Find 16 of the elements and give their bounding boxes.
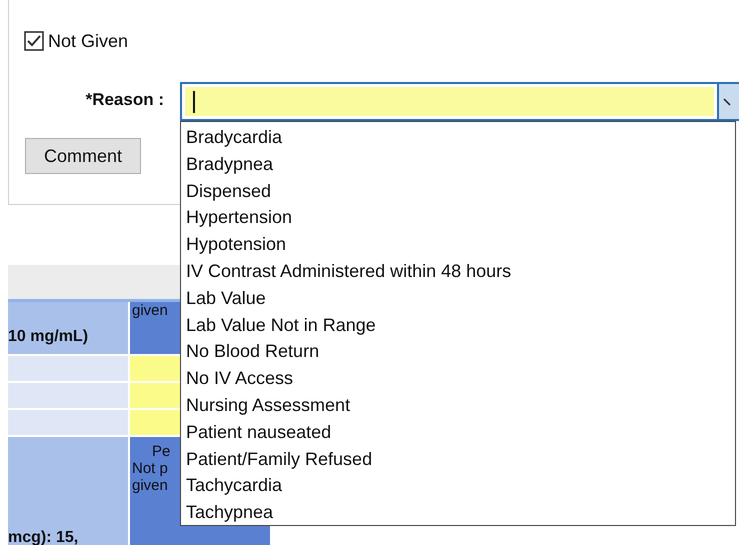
checkbox[interactable]	[24, 31, 44, 51]
reason-dropdown[interactable]	[180, 82, 739, 121]
table-cell: 10 mg/mL)	[8, 302, 130, 354]
dropdown-option[interactable]: Bradypnea	[181, 150, 735, 178]
checkbox-label: Not Given	[48, 30, 128, 52]
dropdown-option[interactable]: IV Contrast Administered within 48 hours	[181, 258, 735, 285]
text-cursor	[193, 90, 195, 112]
dropdown-button[interactable]	[717, 84, 739, 119]
comment-button[interactable]: Comment	[25, 138, 141, 174]
dropdown-option[interactable]: Dispensed	[181, 178, 735, 204]
dropdown-option[interactable]: Nursing Assessment	[181, 392, 735, 419]
dropdown-option[interactable]: No IV Access	[181, 365, 735, 392]
dropdown-option[interactable]: Hypotension	[181, 231, 735, 258]
reason-label: *Reason :	[86, 90, 164, 109]
dropdown-option[interactable]: Hypertension	[181, 204, 735, 232]
dropdown-option[interactable]: Bradycardia	[181, 124, 735, 151]
